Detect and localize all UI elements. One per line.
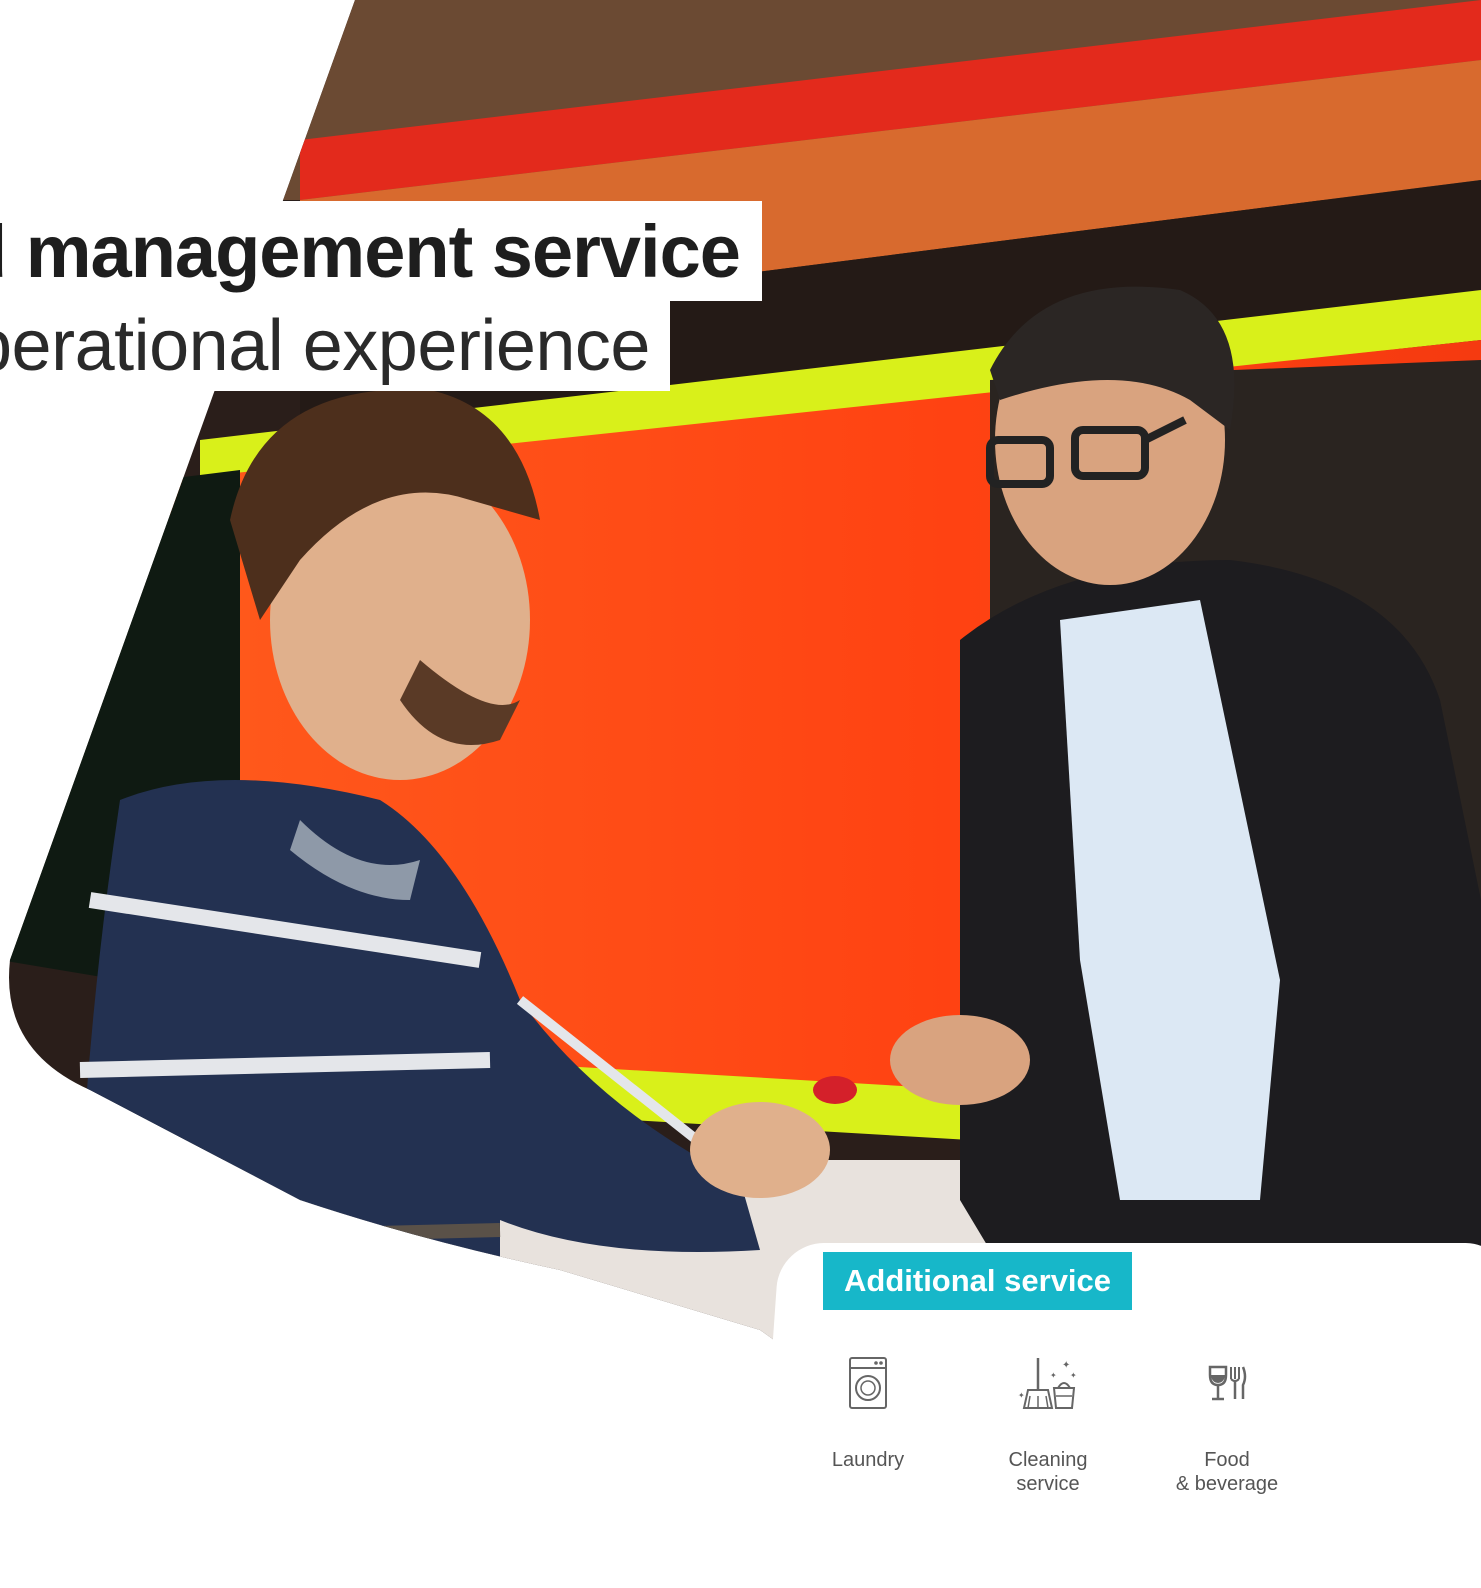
cleaning-icon: ✦ ✦ ✦ ✦ bbox=[958, 1350, 1138, 1416]
additional-service-heading-box: Additional service bbox=[823, 1252, 1133, 1310]
food-beverage-icon bbox=[1137, 1350, 1317, 1416]
service-item-cleaning[interactable]: ✦ ✦ ✦ ✦ Cleaning service bbox=[958, 1350, 1138, 1496]
headline-title: d management service bbox=[0, 209, 741, 293]
service-label: Food & beverage bbox=[1175, 1449, 1279, 1495]
svg-text:✦: ✦ bbox=[1062, 1360, 1070, 1371]
service-label: Laundry bbox=[831, 1449, 905, 1471]
subline-box: perational experience bbox=[0, 301, 670, 391]
svg-text:✦: ✦ bbox=[1018, 1391, 1025, 1400]
washing-machine-icon bbox=[778, 1350, 958, 1416]
headline-box: d management service bbox=[0, 201, 762, 301]
additional-service-heading: Additional service bbox=[844, 1263, 1112, 1298]
service-label: Cleaning service bbox=[1008, 1449, 1088, 1495]
service-item-laundry[interactable]: Laundry bbox=[778, 1350, 958, 1472]
svg-text:✦: ✦ bbox=[1070, 1371, 1077, 1380]
service-item-food-beverage[interactable]: Food & beverage bbox=[1137, 1350, 1317, 1496]
headline-subtitle: perational experience bbox=[0, 306, 650, 386]
svg-text:✦: ✦ bbox=[1050, 1371, 1057, 1380]
page: d management service perational experien… bbox=[0, 0, 1481, 1588]
